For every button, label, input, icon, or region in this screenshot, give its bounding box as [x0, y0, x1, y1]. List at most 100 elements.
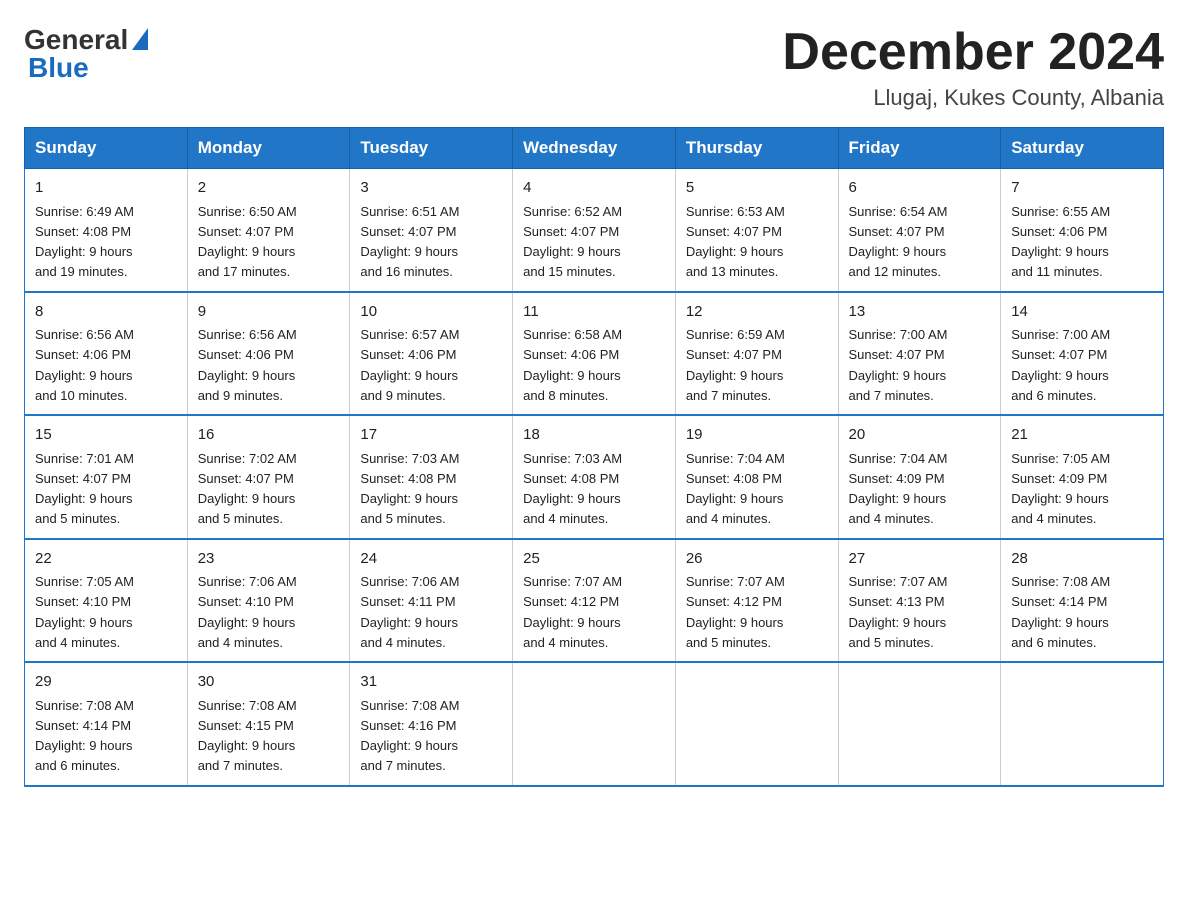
calendar-cell: 7Sunrise: 6:55 AMSunset: 4:06 PMDaylight… [1001, 169, 1164, 292]
day-info: Sunrise: 7:07 AMSunset: 4:12 PMDaylight:… [686, 574, 785, 650]
day-info: Sunrise: 7:02 AMSunset: 4:07 PMDaylight:… [198, 451, 297, 527]
day-number: 18 [523, 424, 665, 447]
calendar-cell: 29 Sunrise: 7:08 AMSunset: 4:14 PMDayligh… [25, 662, 188, 786]
day-number: 11 [523, 301, 665, 324]
day-number: 24 [360, 548, 502, 571]
day-info: Sunrise: 6:56 AMSunset: 4:06 PMDaylight:… [35, 327, 134, 403]
day-info: Sunrise: 7:08 AMSunset: 4:14 PMDaylight:… [35, 698, 134, 774]
day-info: Sunrise: 6:57 AMSunset: 4:06 PMDaylight:… [360, 327, 459, 403]
calendar-cell: 8Sunrise: 6:56 AMSunset: 4:06 PMDaylight… [25, 292, 188, 416]
calendar-cell: 22 Sunrise: 7:05 AMSunset: 4:10 PMDayligh… [25, 539, 188, 663]
day-info: Sunrise: 6:49 AMSunset: 4:08 PMDaylight:… [35, 204, 134, 280]
logo-triangle-icon [132, 28, 148, 50]
calendar-cell: 4 Sunrise: 6:52 AMSunset: 4:07 PMDaylight… [513, 169, 676, 292]
calendar-cell: 12 Sunrise: 6:59 AMSunset: 4:07 PMDayligh… [675, 292, 838, 416]
day-number: 30 [198, 671, 340, 694]
page-header: General Blue December 2024 Llugaj, Kukes… [24, 24, 1164, 111]
day-number: 16 [198, 424, 340, 447]
day-info: Sunrise: 6:53 AMSunset: 4:07 PMDaylight:… [686, 204, 785, 280]
calendar-cell: 14 Sunrise: 7:00 AMSunset: 4:07 PMDayligh… [1001, 292, 1164, 416]
day-info: Sunrise: 7:00 AMSunset: 4:07 PMDaylight:… [1011, 327, 1110, 403]
day-number: 12 [686, 301, 828, 324]
calendar-cell: 19 Sunrise: 7:04 AMSunset: 4:08 PMDayligh… [675, 415, 838, 539]
header-tuesday: Tuesday [350, 128, 513, 169]
calendar-cell: 21Sunrise: 7:05 AMSunset: 4:09 PMDayligh… [1001, 415, 1164, 539]
weekday-header-row: SundayMondayTuesdayWednesdayThursdayFrid… [25, 128, 1164, 169]
day-info: Sunrise: 6:59 AMSunset: 4:07 PMDaylight:… [686, 327, 785, 403]
location: Llugaj, Kukes County, Albania [782, 85, 1164, 111]
calendar-cell: 20 Sunrise: 7:04 AMSunset: 4:09 PMDayligh… [838, 415, 1001, 539]
day-info: Sunrise: 7:03 AMSunset: 4:08 PMDaylight:… [360, 451, 459, 527]
day-info: Sunrise: 7:04 AMSunset: 4:09 PMDaylight:… [849, 451, 948, 527]
day-info: Sunrise: 7:01 AMSunset: 4:07 PMDaylight:… [35, 451, 134, 527]
calendar-cell: 16 Sunrise: 7:02 AMSunset: 4:07 PMDayligh… [187, 415, 350, 539]
day-info: Sunrise: 7:00 AMSunset: 4:07 PMDaylight:… [849, 327, 948, 403]
calendar-cell: 15 Sunrise: 7:01 AMSunset: 4:07 PMDayligh… [25, 415, 188, 539]
calendar-cell: 31 Sunrise: 7:08 AMSunset: 4:16 PMDayligh… [350, 662, 513, 786]
day-number: 4 [523, 177, 665, 200]
day-number: 15 [35, 424, 177, 447]
day-number: 20 [849, 424, 991, 447]
day-info: Sunrise: 7:08 AMSunset: 4:15 PMDaylight:… [198, 698, 297, 774]
header-saturday: Saturday [1001, 128, 1164, 169]
calendar-cell: 3 Sunrise: 6:51 AMSunset: 4:07 PMDaylight… [350, 169, 513, 292]
day-number: 3 [360, 177, 502, 200]
day-number: 17 [360, 424, 502, 447]
day-number: 26 [686, 548, 828, 571]
logo-blue-text: Blue [24, 52, 89, 84]
day-number: 2 [198, 177, 340, 200]
day-number: 27 [849, 548, 991, 571]
calendar-cell: 13Sunrise: 7:00 AMSunset: 4:07 PMDayligh… [838, 292, 1001, 416]
day-number: 9 [198, 301, 340, 324]
day-number: 28 [1011, 548, 1153, 571]
day-info: Sunrise: 7:03 AMSunset: 4:08 PMDaylight:… [523, 451, 622, 527]
calendar-cell: 18 Sunrise: 7:03 AMSunset: 4:08 PMDayligh… [513, 415, 676, 539]
day-number: 31 [360, 671, 502, 694]
calendar-cell: 17 Sunrise: 7:03 AMSunset: 4:08 PMDayligh… [350, 415, 513, 539]
calendar-cell: 25 Sunrise: 7:07 AMSunset: 4:12 PMDayligh… [513, 539, 676, 663]
day-info: Sunrise: 7:07 AMSunset: 4:12 PMDaylight:… [523, 574, 622, 650]
calendar-cell: 5Sunrise: 6:53 AMSunset: 4:07 PMDaylight… [675, 169, 838, 292]
day-number: 6 [849, 177, 991, 200]
day-info: Sunrise: 7:08 AMSunset: 4:16 PMDaylight:… [360, 698, 459, 774]
day-info: Sunrise: 6:52 AMSunset: 4:07 PMDaylight:… [523, 204, 622, 280]
calendar-cell: 2 Sunrise: 6:50 AMSunset: 4:07 PMDaylight… [187, 169, 350, 292]
day-info: Sunrise: 7:07 AMSunset: 4:13 PMDaylight:… [849, 574, 948, 650]
day-number: 7 [1011, 177, 1153, 200]
title-block: December 2024 Llugaj, Kukes County, Alba… [782, 24, 1164, 111]
week-row-2: 8Sunrise: 6:56 AMSunset: 4:06 PMDaylight… [25, 292, 1164, 416]
calendar-cell [675, 662, 838, 786]
day-info: Sunrise: 6:54 AMSunset: 4:07 PMDaylight:… [849, 204, 948, 280]
calendar-cell: 27 Sunrise: 7:07 AMSunset: 4:13 PMDayligh… [838, 539, 1001, 663]
calendar-cell [513, 662, 676, 786]
week-row-3: 15 Sunrise: 7:01 AMSunset: 4:07 PMDayligh… [25, 415, 1164, 539]
day-info: Sunrise: 7:08 AMSunset: 4:14 PMDaylight:… [1011, 574, 1110, 650]
logo: General Blue [24, 24, 148, 84]
day-number: 29 [35, 671, 177, 694]
calendar-cell: 26 Sunrise: 7:07 AMSunset: 4:12 PMDayligh… [675, 539, 838, 663]
day-info: Sunrise: 6:50 AMSunset: 4:07 PMDaylight:… [198, 204, 297, 280]
day-number: 25 [523, 548, 665, 571]
month-title: December 2024 [782, 24, 1164, 81]
calendar-table: SundayMondayTuesdayWednesdayThursdayFrid… [24, 127, 1164, 787]
calendar-cell: 28 Sunrise: 7:08 AMSunset: 4:14 PMDayligh… [1001, 539, 1164, 663]
calendar-cell: 1 Sunrise: 6:49 AMSunset: 4:08 PMDaylight… [25, 169, 188, 292]
calendar-cell: 23Sunrise: 7:06 AMSunset: 4:10 PMDayligh… [187, 539, 350, 663]
calendar-cell: 9Sunrise: 6:56 AMSunset: 4:06 PMDaylight… [187, 292, 350, 416]
day-info: Sunrise: 7:06 AMSunset: 4:10 PMDaylight:… [198, 574, 297, 650]
week-row-4: 22 Sunrise: 7:05 AMSunset: 4:10 PMDayligh… [25, 539, 1164, 663]
day-number: 19 [686, 424, 828, 447]
header-thursday: Thursday [675, 128, 838, 169]
day-info: Sunrise: 7:05 AMSunset: 4:10 PMDaylight:… [35, 574, 134, 650]
calendar-cell: 24 Sunrise: 7:06 AMSunset: 4:11 PMDayligh… [350, 539, 513, 663]
week-row-5: 29 Sunrise: 7:08 AMSunset: 4:14 PMDayligh… [25, 662, 1164, 786]
day-number: 1 [35, 177, 177, 200]
header-sunday: Sunday [25, 128, 188, 169]
day-number: 14 [1011, 301, 1153, 324]
day-info: Sunrise: 6:51 AMSunset: 4:07 PMDaylight:… [360, 204, 459, 280]
day-number: 22 [35, 548, 177, 571]
calendar-cell: 10Sunrise: 6:57 AMSunset: 4:06 PMDayligh… [350, 292, 513, 416]
day-info: Sunrise: 7:04 AMSunset: 4:08 PMDaylight:… [686, 451, 785, 527]
day-info: Sunrise: 7:06 AMSunset: 4:11 PMDaylight:… [360, 574, 459, 650]
header-monday: Monday [187, 128, 350, 169]
